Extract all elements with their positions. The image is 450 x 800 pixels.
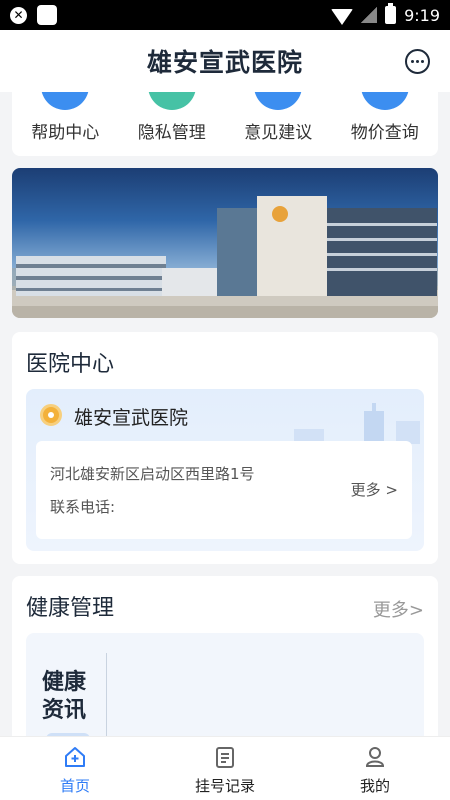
price-query-icon xyxy=(360,92,409,110)
section-title: 医院中心 xyxy=(26,352,115,377)
quick-menu-privacy[interactable]: 隐私管理 xyxy=(119,92,226,156)
battery-icon xyxy=(385,3,397,24)
main-content[interactable]: 帮助中心 隐私管理 意见建议 物价查询 医院中心 雄安宣武医院 河北雄安新区启动… xyxy=(0,92,450,736)
chat-dot-icon xyxy=(421,60,424,63)
status-time: 9:19 xyxy=(404,5,440,25)
privacy-icon xyxy=(147,92,196,110)
health-management-card: 健康管理 更多> 健康资讯 xyxy=(12,576,438,736)
chat-dot-icon xyxy=(411,60,414,63)
quick-menu-label: 意见建议 xyxy=(244,123,313,143)
app-header: 雄安宣武医院 xyxy=(0,30,450,92)
quick-menu-label: 帮助中心 xyxy=(31,123,100,143)
health-news-panel[interactable]: 健康资讯 xyxy=(26,633,424,736)
hospital-address: 河北雄安新区启动区西里路1号 xyxy=(50,465,255,483)
quick-menu-help[interactable]: 帮助中心 xyxy=(12,92,119,156)
quick-menu-label: 物价查询 xyxy=(350,123,419,143)
health-more-link[interactable]: 更多> xyxy=(373,596,424,622)
hospital-logo-icon xyxy=(40,404,62,426)
nav-label: 挂号记录 xyxy=(194,777,255,795)
hospital-phone-label: 联系电话: xyxy=(50,498,116,516)
notification-blocked-icon: ✕ xyxy=(10,6,27,24)
wifi-icon xyxy=(331,9,354,25)
profile-icon xyxy=(365,747,385,767)
quick-menu-feedback[interactable]: 意见建议 xyxy=(225,92,332,156)
nav-item-home[interactable]: 首页 xyxy=(0,737,150,800)
hospital-more-link[interactable]: 更多 > xyxy=(351,479,398,500)
quick-menu-price-query[interactable]: 物价查询 xyxy=(332,92,439,156)
bottom-nav: 首页 挂号记录 我的 xyxy=(0,736,450,800)
divider xyxy=(106,653,107,736)
app-notification-icon xyxy=(37,5,57,25)
feedback-icon xyxy=(254,92,303,110)
hospital-name: 雄安宣武医院 xyxy=(74,407,189,429)
home-icon xyxy=(65,747,85,767)
skyline-icon xyxy=(294,403,420,444)
nav-label: 我的 xyxy=(359,777,390,795)
hospital-contact-box[interactable]: 河北雄安新区启动区西里路1号 联系电话: 更多 > xyxy=(36,441,412,539)
hospital-banner[interactable] xyxy=(12,168,438,318)
nav-item-profile[interactable]: 我的 xyxy=(300,737,450,800)
hospital-info-panel[interactable]: 雄安宣武医院 河北雄安新区启动区西里路1号 联系电话: 更多 > xyxy=(26,389,424,551)
nav-item-register-record[interactable]: 挂号记录 xyxy=(150,737,300,800)
page-title: 雄安宣武医院 xyxy=(146,48,303,77)
health-news-tag: 健康资讯 xyxy=(42,670,87,723)
quick-menu: 帮助中心 隐私管理 意见建议 物价查询 xyxy=(12,92,438,156)
status-bar: ✕ 9:19 xyxy=(0,0,450,30)
hospital-building-image xyxy=(12,196,438,318)
signal-icon xyxy=(361,7,378,23)
chat-dot-icon xyxy=(416,60,419,63)
help-icon xyxy=(41,92,90,110)
section-title: 健康管理 xyxy=(26,596,115,621)
quick-menu-label: 隐私管理 xyxy=(137,123,206,143)
message-button[interactable] xyxy=(405,49,430,74)
nav-label: 首页 xyxy=(59,777,90,795)
register-record-icon xyxy=(216,747,234,768)
hospital-center-card: 医院中心 雄安宣武医院 河北雄安新区启动区西里路1号 联系电话: 更多 > xyxy=(12,332,438,564)
